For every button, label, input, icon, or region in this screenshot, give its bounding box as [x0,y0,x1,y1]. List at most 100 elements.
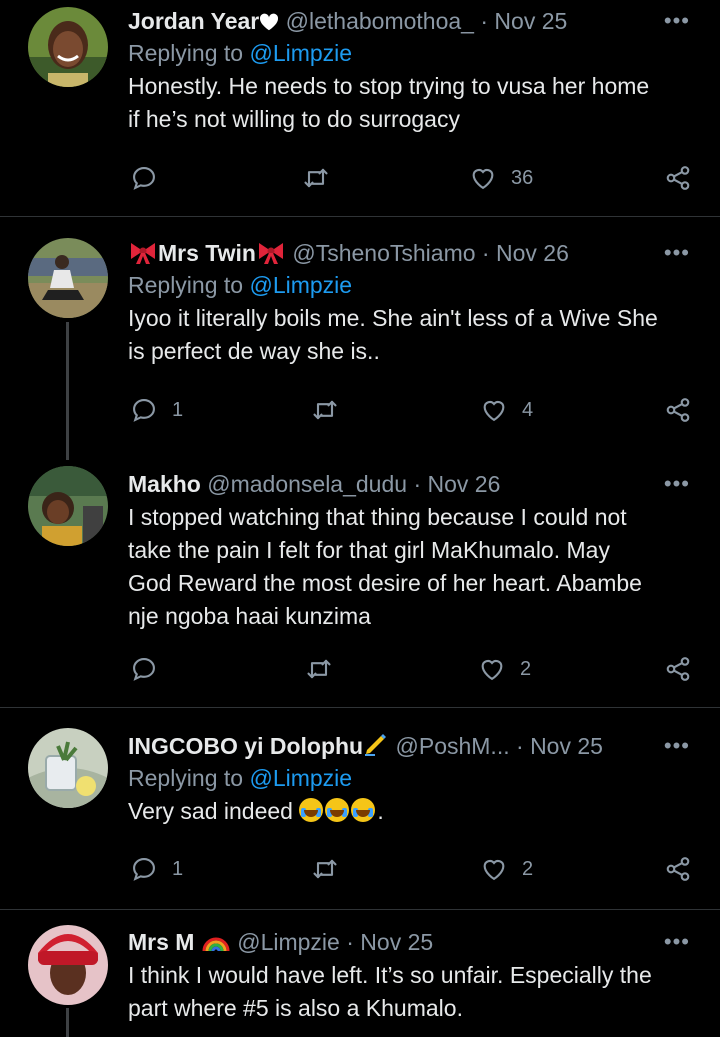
reply-icon [130,855,158,883]
mention-link[interactable]: @Limpzie [249,40,352,66]
tweet-date[interactable]: Nov 25 [530,733,603,759]
share-button[interactable] [664,855,692,883]
retweet-button[interactable] [305,655,333,683]
reply-button[interactable]: 1 [130,855,183,883]
like-button[interactable]: 4 [480,396,533,424]
user-handle[interactable]: @lethabomothoa_ [286,8,474,34]
share-button[interactable] [664,396,692,424]
reply-icon [130,164,158,192]
retweet-button[interactable] [311,855,339,883]
user-handle[interactable]: @TshenoTshiamo [292,240,475,266]
separator-dot: · [346,929,354,955]
like-count: 2 [520,657,532,680]
replying-to: Replying to @Limpzie [128,38,700,68]
display-name[interactable]: Mrs M [128,929,194,955]
tweet-header: Mrs Twin @TshenoTshiamo · Nov 26 ••• [128,238,700,268]
share-icon [664,396,692,424]
more-options-icon[interactable]: ••• [664,469,690,499]
more-options-icon[interactable]: ••• [664,6,690,36]
user-handle[interactable]: @PoshM... [396,733,510,759]
like-button[interactable]: 2 [480,855,533,883]
crying-face-icon [325,798,350,822]
user-handle[interactable]: @madonsela_dudu [207,471,407,497]
like-button[interactable]: 36 [469,164,533,192]
avatar[interactable] [28,466,108,546]
display-name[interactable]: INGCOBO yi Dolophu [128,733,363,759]
retweet-button[interactable] [311,396,339,424]
retweet-icon [311,855,339,883]
writing-hand-icon [365,734,387,756]
separator-dot: · [480,8,489,34]
avatar[interactable] [28,925,108,1005]
tweet-date[interactable]: Nov 26 [428,471,501,497]
share-icon [664,164,692,192]
share-button[interactable] [664,164,692,192]
more-options-icon[interactable]: ••• [664,731,690,761]
divider [0,216,720,217]
tweet-text: Honestly. He needs to stop trying to vus… [128,70,700,136]
like-button[interactable]: 2 [478,655,531,683]
text-line: Very sad indeed [128,798,300,824]
replying-to: Replying to @Limpzie [128,763,700,793]
tweet-text: Very sad indeed . [128,795,700,828]
user-handle[interactable]: @Limpzie [237,929,340,955]
avatar[interactable] [28,7,108,87]
tweet-date[interactable]: Nov 26 [496,240,569,266]
like-count: 4 [522,398,534,421]
reply-count: 1 [172,857,184,880]
more-options-icon[interactable]: ••• [664,927,690,957]
more-options-icon[interactable]: ••• [664,238,690,268]
retweet-icon [311,396,339,424]
crying-face-icon [299,798,324,822]
divider [0,909,720,910]
display-name[interactable]: Mrs Twin [158,240,256,266]
text-line: I think I would have left. It’s so unfai… [128,962,652,988]
action-bar: 2 [0,655,720,689]
crying-face-icon [351,798,376,822]
share-icon [664,855,692,883]
divider [0,707,720,708]
heart-icon [480,396,508,424]
reply-icon [130,396,158,424]
reply-button[interactable] [130,655,172,683]
tweet-text: Iyoo it literally boils me. She ain't le… [128,302,700,368]
separator-dot: · [481,240,490,266]
tweet-text: I stopped watching that thing because I … [128,501,700,633]
thread-line [66,1008,69,1037]
text-line: if he’s not willing to do surrogacy [128,106,460,132]
retweet-icon [302,164,330,192]
retweet-icon [305,655,333,683]
text-line: nje ngoba haai kunzima [128,603,371,629]
action-bar: 36 [0,164,720,198]
display-name[interactable]: Jordan Year [128,8,259,34]
tweet-header: Makho @madonsela_dudu · Nov 26 ••• [128,469,700,499]
share-button[interactable] [664,655,692,683]
tweet-date[interactable]: Nov 25 [494,8,567,34]
mention-link[interactable]: @Limpzie [249,765,352,791]
reply-button[interactable]: 1 [130,396,183,424]
tweet-header: Mrs M @Limpzie · Nov 25 ••• [128,927,700,957]
mention-link[interactable]: @Limpzie [249,272,352,298]
reply-icon [130,655,158,683]
display-name[interactable]: Makho [128,471,201,497]
heart-icon [469,164,497,192]
avatar[interactable] [28,728,108,808]
retweet-button[interactable] [302,164,330,192]
tweet-header: INGCOBO yi Dolophu @PoshM... · Nov 25 ••… [128,731,700,761]
tweet-date[interactable]: Nov 25 [360,929,433,955]
heart-icon [480,855,508,883]
reply-count: 1 [172,398,184,421]
text-line: take the pain I felt for that girl MaKhu… [128,537,610,563]
text-line: Iyoo it literally boils me. She ain't le… [128,305,658,331]
text-line: I stopped watching that thing because I … [128,504,627,530]
text-line: is perfect de way she is.. [128,338,380,364]
share-icon [664,655,692,683]
like-count: 36 [511,166,534,189]
ribbon-icon [258,243,283,264]
text-end: . [377,798,384,824]
rainbow-icon [202,937,230,952]
reply-button[interactable] [130,164,172,192]
heart-icon [478,655,506,683]
replying-prefix: Replying to [128,40,250,66]
avatar[interactable] [28,238,108,318]
